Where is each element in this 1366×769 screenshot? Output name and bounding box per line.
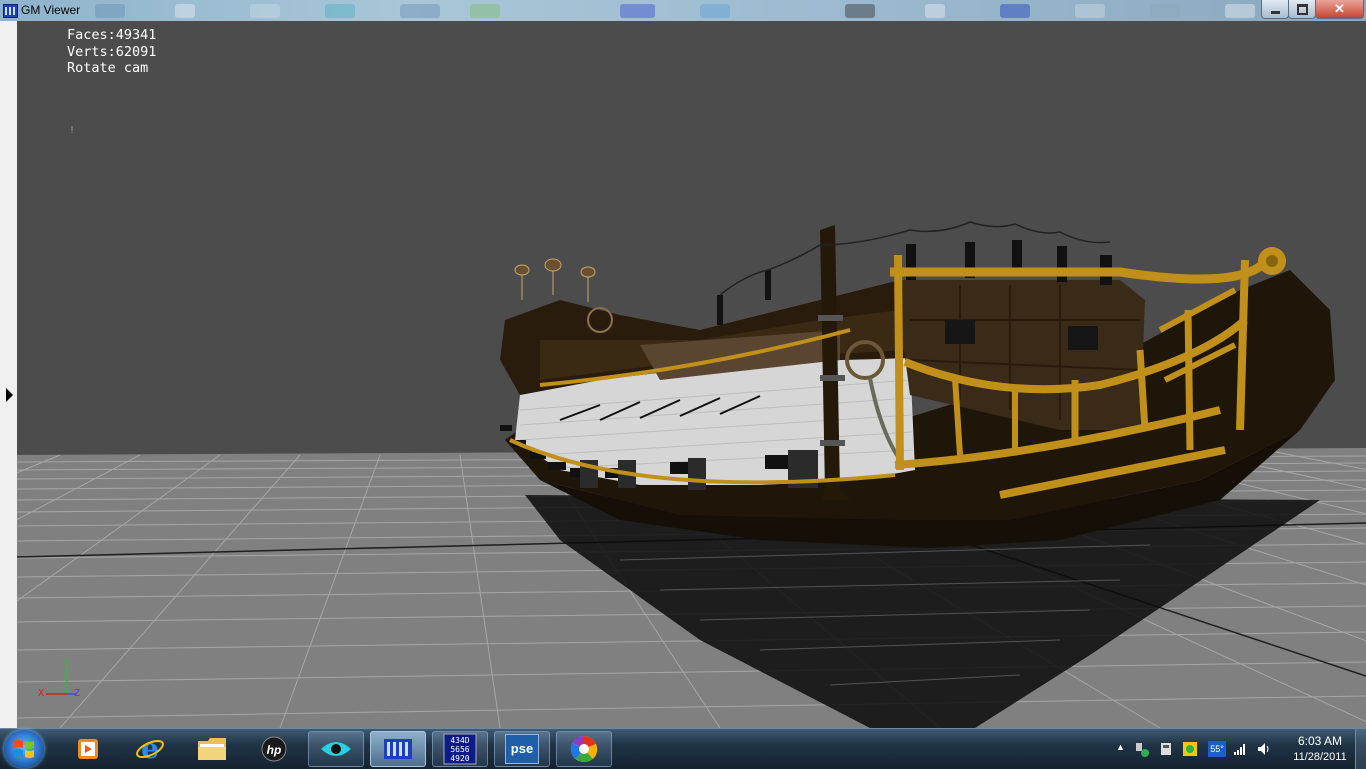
svg-text:5656: 5656 (450, 745, 469, 754)
taskbar-photoshop-elements[interactable]: pse (494, 731, 550, 767)
media-player-icon (78, 739, 98, 759)
hp-icon: hp (261, 736, 287, 762)
3d-viewport[interactable]: Faces:49341 Verts:62091 Rotate cam ! Y X… (17, 21, 1366, 728)
axis-label-y: Y (64, 658, 71, 669)
windows-taskbar: e hp 434D 5656 4920 pse ▲ 55° 6:03 AM 11… (0, 728, 1366, 769)
maximize-button[interactable] (1288, 0, 1316, 19)
ship-model-render (17, 221, 1366, 728)
show-desktop-button[interactable] (1355, 729, 1366, 769)
ship-forecastle (895, 280, 1145, 430)
taskbar-gm-viewer[interactable] (370, 731, 426, 767)
axis-label-z: Z (74, 688, 81, 699)
faces-count: Faces:49341 (67, 27, 157, 43)
network-status-icon[interactable] (1134, 741, 1150, 757)
taskbar-picasa[interactable] (556, 731, 612, 767)
taskbar-internet-explorer[interactable]: e (122, 731, 178, 767)
svg-text:434D: 434D (450, 736, 469, 745)
window-title: GM Viewer (21, 3, 81, 17)
picasa-icon (570, 735, 598, 763)
usb-device-icon[interactable] (1158, 741, 1174, 757)
folder-icon (198, 738, 226, 760)
axis-label-x: X (38, 688, 45, 699)
maximize-icon (1296, 3, 1308, 15)
taskbar-hp[interactable]: hp (246, 731, 302, 767)
side-panel-collapsed (0, 21, 17, 728)
close-button[interactable]: ✕ (1315, 0, 1364, 19)
minimize-icon (1270, 11, 1280, 14)
show-hidden-icons-arrow-icon[interactable]: ▲ (1116, 742, 1132, 758)
verts-count: Verts:62091 (67, 43, 157, 60)
stats-overlay: Faces:49341 Verts:62091 Rotate cam (67, 27, 156, 77)
start-button[interactable] (4, 730, 44, 768)
clock-date[interactable]: 11/28/2011 (1284, 751, 1356, 763)
overlay-marker: ! (69, 125, 76, 136)
wifi-signal-icon[interactable] (1232, 741, 1248, 757)
internet-explorer-icon: e (136, 734, 164, 764)
windows-orb-icon (14, 740, 34, 758)
close-icon: ✕ (1334, 1, 1345, 16)
security-shield-icon[interactable] (1182, 741, 1198, 757)
clock-time[interactable]: 6:03 AM (1290, 734, 1350, 748)
eye-icon (321, 742, 351, 756)
volume-icon[interactable] (1256, 741, 1272, 757)
taskbar-calculator[interactable]: 434D 5656 4920 (432, 731, 488, 767)
taskbar-file-explorer[interactable] (184, 731, 240, 767)
svg-text:hp: hp (267, 743, 282, 757)
expand-panel-arrow-icon[interactable] (6, 388, 13, 402)
minimize-button[interactable] (1261, 0, 1289, 19)
pse-icon: pse (505, 734, 539, 764)
calculator-icon: 434D 5656 4920 (443, 733, 477, 765)
taskbar-eye-app[interactable] (308, 731, 364, 767)
window-titlebar[interactable]: GM Viewer ✕ (0, 0, 1366, 21)
camera-mode: Rotate cam (67, 60, 149, 76)
gm-viewer-icon (384, 739, 412, 759)
svg-text:4920: 4920 (450, 754, 469, 763)
gm-viewer-app-icon[interactable] (3, 4, 18, 18)
weather-temperature[interactable]: 55° (1208, 741, 1226, 757)
svg-text:e: e (141, 734, 159, 764)
taskbar-media-player[interactable] (60, 731, 116, 767)
